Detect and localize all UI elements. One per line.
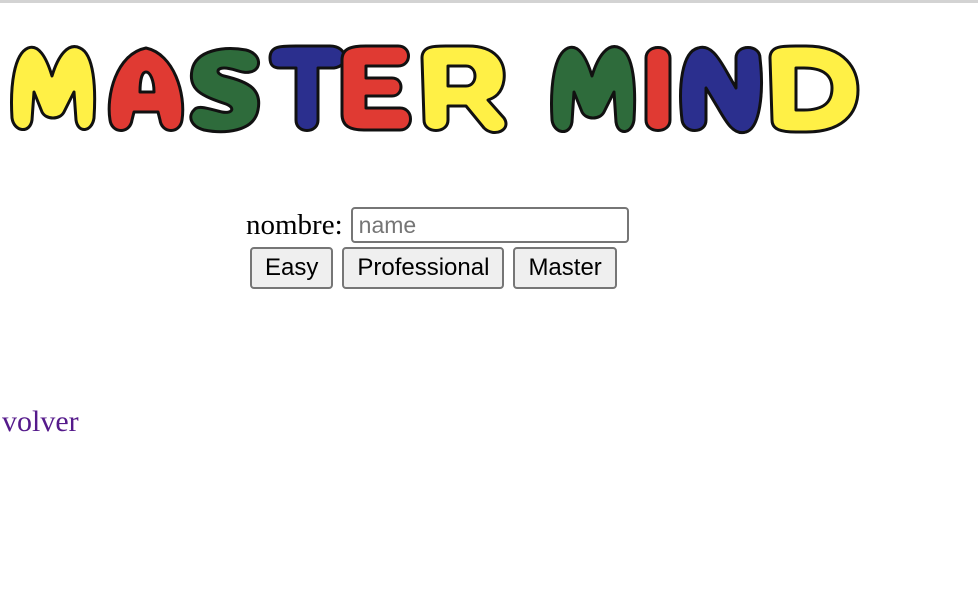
game-form: nombre: Easy Professional Master: [246, 204, 666, 289]
logo-letter-e: [340, 44, 412, 132]
logo-letter-d: [768, 44, 860, 134]
logo-letter-i: [644, 46, 672, 132]
logo-svg: [10, 44, 860, 135]
top-border: [0, 0, 978, 3]
logo-letter-m1: [10, 45, 97, 131]
logo-letter-a: [107, 46, 185, 132]
master-button[interactable]: Master: [513, 247, 617, 289]
logo-letter-t: [268, 44, 347, 132]
name-label: nombre:: [246, 208, 343, 241]
logo-letter-n: [679, 45, 763, 135]
easy-button[interactable]: Easy: [250, 247, 334, 289]
name-row: nombre:: [246, 204, 666, 246]
logo-letter-s: [189, 47, 261, 134]
logo-letter-m2: [550, 45, 637, 133]
logo-letter-r: [420, 44, 508, 134]
professional-button[interactable]: Professional: [342, 247, 505, 289]
master-mind-logo: [6, 36, 866, 144]
difficulty-buttons: Easy Professional Master: [246, 247, 666, 289]
name-input[interactable]: [350, 207, 629, 243]
back-link[interactable]: volver: [2, 405, 79, 439]
